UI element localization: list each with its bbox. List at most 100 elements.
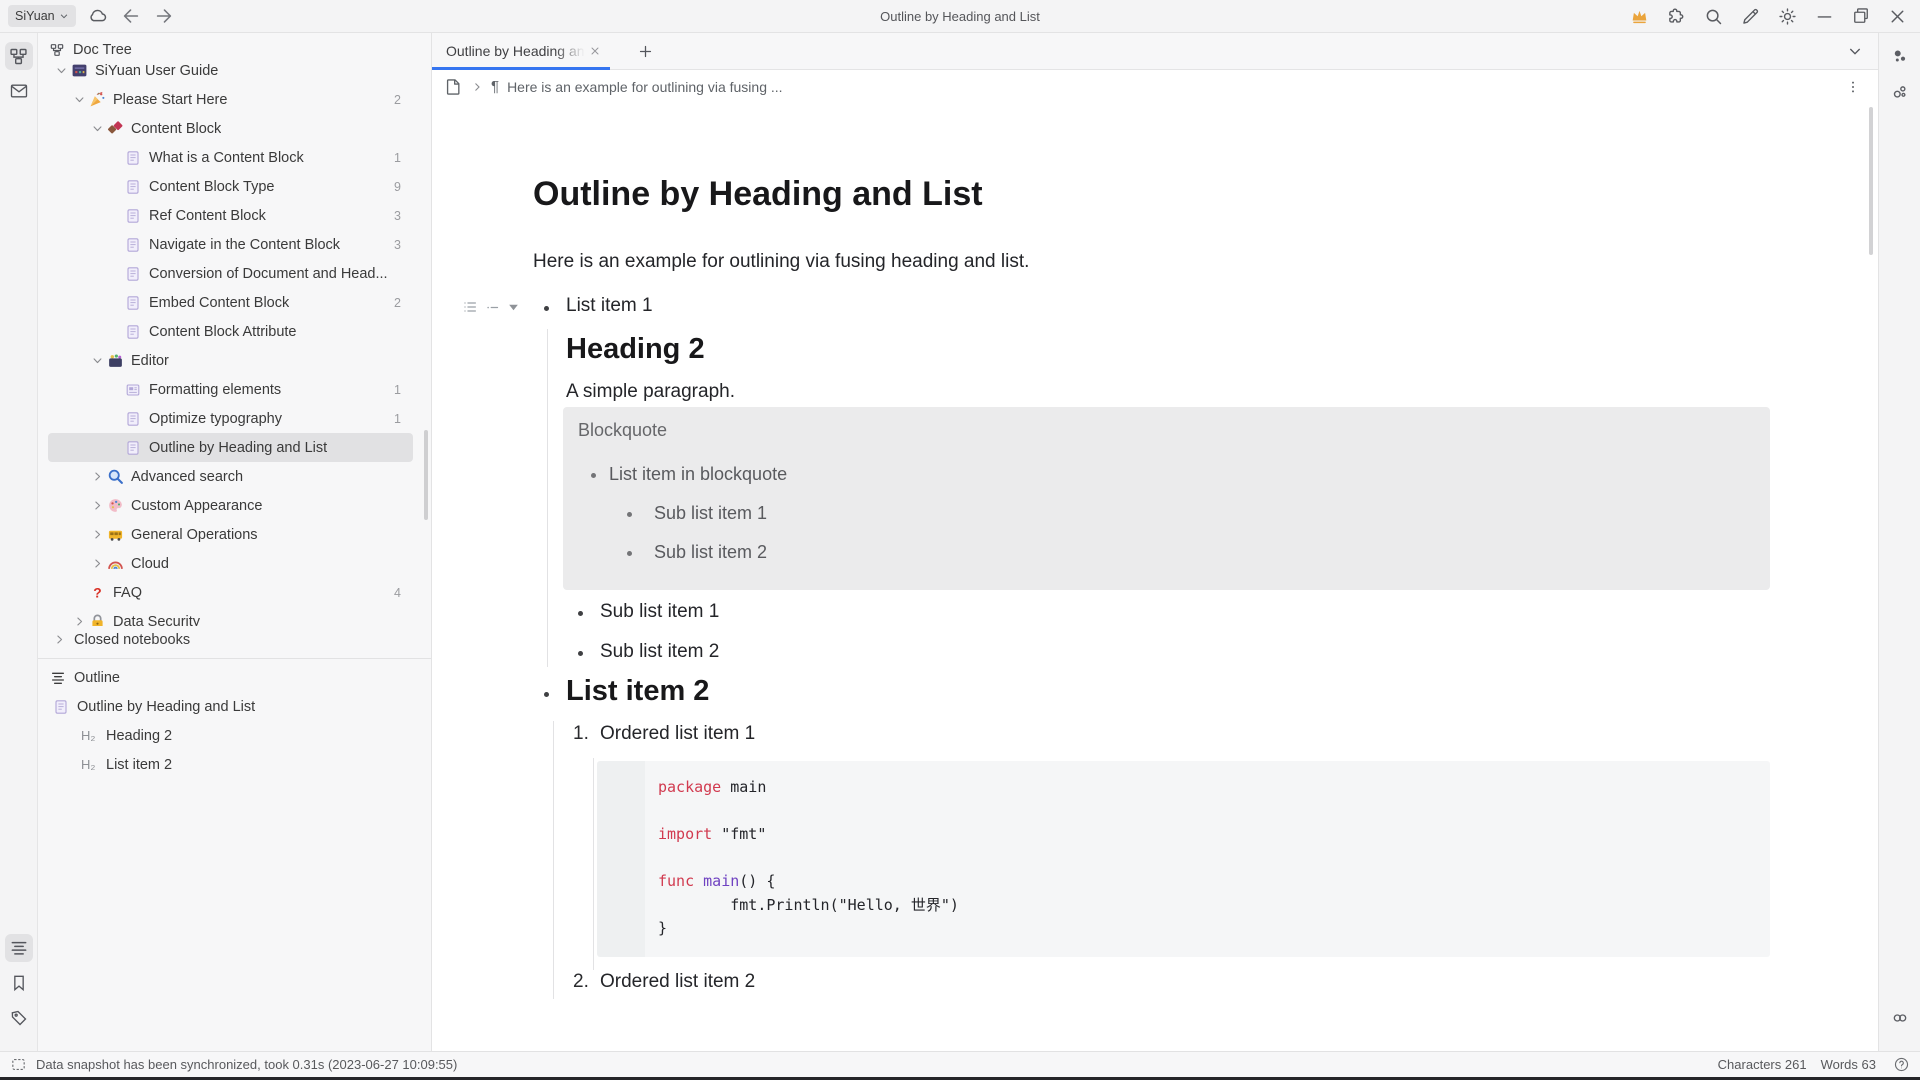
tab-list-chevron-icon[interactable] xyxy=(1847,43,1863,59)
blockquote-list-item[interactable]: List item in blockquote xyxy=(609,464,787,485)
minimize-icon[interactable] xyxy=(1814,6,1835,27)
gutter-list-item-icon[interactable] xyxy=(485,300,500,315)
forward-icon[interactable] xyxy=(153,5,175,27)
outline-item[interactable]: H₂Heading 2 xyxy=(38,721,431,750)
chevron-right-icon[interactable] xyxy=(88,500,107,511)
doc-count-badge: 1 xyxy=(386,412,401,426)
chevron-down-icon[interactable] xyxy=(88,123,107,134)
blockquote-sub-item-2[interactable]: Sub list item 2 xyxy=(654,542,767,563)
doc-icon xyxy=(125,440,149,456)
doc-tree-item-label: Formatting elements xyxy=(149,382,281,398)
blockquote-text[interactable]: Blockquote xyxy=(578,420,667,441)
tab-close-icon[interactable] xyxy=(589,45,601,57)
dock-tag-button[interactable] xyxy=(5,1004,33,1032)
sub-list-item-2[interactable]: Sub list item 2 xyxy=(600,641,719,663)
more-options-icon[interactable] xyxy=(1845,79,1861,95)
restore-window-icon[interactable] xyxy=(1851,6,1871,26)
ordered-list-item-2[interactable]: Ordered list item 2 xyxy=(600,971,755,993)
doc-tree-scrollbar[interactable] xyxy=(424,430,428,520)
chevron-down-icon[interactable] xyxy=(88,355,107,366)
doc-tree-item[interactable]: Content Block Type9 xyxy=(48,172,413,201)
membership-crown-icon[interactable] xyxy=(1629,6,1650,27)
doc-tree-item[interactable]: Custom Appearance xyxy=(48,491,413,520)
code-line: 5func main() { xyxy=(597,870,1770,894)
theme-brightness-icon[interactable] xyxy=(1777,6,1798,27)
search-blue-icon xyxy=(107,468,131,485)
gutter-collapse-triangle-icon[interactable] xyxy=(507,301,520,314)
new-tab-plus-icon[interactable] xyxy=(637,43,654,60)
list-bullet xyxy=(591,473,596,478)
chevron-right-icon[interactable] xyxy=(70,616,89,626)
doc-tree-item[interactable]: Please Start Here2 xyxy=(48,85,413,114)
dock-global-graph-button[interactable] xyxy=(1886,77,1914,105)
editor-area[interactable]: Outline by Heading and List Here is an e… xyxy=(432,103,1878,1051)
chevron-right-icon[interactable] xyxy=(88,471,107,482)
plugin-puzzle-icon[interactable] xyxy=(1666,6,1687,27)
doc-tree-item[interactable]: Embed Content Block2 xyxy=(48,288,413,317)
chevron-right-icon[interactable] xyxy=(88,529,107,540)
heading-level-2-icon: H₂ xyxy=(81,757,106,772)
doc-title[interactable]: Outline by Heading and List xyxy=(533,175,983,214)
svg-text:?: ? xyxy=(93,584,101,600)
doc-tree-item[interactable]: SiYuan User Guide xyxy=(48,63,413,85)
doc-tree-item[interactable]: ?FAQ4 xyxy=(48,578,413,607)
doc-tree-item[interactable]: Navigate in the Content Block3 xyxy=(48,230,413,259)
doc-tree-item[interactable]: Content Block xyxy=(48,114,413,143)
doc-tree-item-label: Cloud xyxy=(131,556,169,572)
blockquote-sub-item-1[interactable]: Sub list item 1 xyxy=(654,503,767,524)
notebook-icon xyxy=(71,63,95,79)
search-icon[interactable] xyxy=(1703,6,1724,27)
doc-tree-item[interactable]: Cloud xyxy=(48,549,413,578)
intro-paragraph[interactable]: Here is an example for outlining via fus… xyxy=(533,251,1029,273)
code-line-content xyxy=(645,847,658,871)
doc-tree-item[interactable]: Advanced search xyxy=(48,462,413,491)
chevron-right-icon[interactable] xyxy=(88,558,107,569)
dock-doc-tree-button[interactable] xyxy=(5,42,33,70)
dock-bookmark-button[interactable] xyxy=(5,969,33,997)
doc-tree-item[interactable]: Content Block Attribute xyxy=(48,317,413,346)
doc-tree-item[interactable]: Formatting elements1 xyxy=(48,375,413,404)
doc-tree-item[interactable]: Optimize typography1 xyxy=(48,404,413,433)
character-count: Characters 261 xyxy=(1718,1057,1807,1072)
list-item-1[interactable]: List item 1 xyxy=(566,295,653,317)
doc-tree-item[interactable]: What is a Content Block1 xyxy=(48,143,413,172)
list-item-2-heading[interactable]: List item 2 xyxy=(566,675,709,708)
doc-tree-item[interactable]: Conversion of Document and Head... xyxy=(48,259,413,288)
gutter-list-icon[interactable] xyxy=(462,299,478,315)
dock-inbox-button[interactable] xyxy=(5,77,33,105)
close-icon[interactable] xyxy=(1887,6,1908,27)
simple-paragraph[interactable]: A simple paragraph. xyxy=(566,381,735,403)
dock-backlinks-button[interactable] xyxy=(1886,1004,1914,1032)
dock-graph-button[interactable] xyxy=(1886,42,1914,70)
sub-list-item-1[interactable]: Sub list item 1 xyxy=(600,601,719,623)
tab-outline-by-heading[interactable]: Outline by Heading and List xyxy=(432,33,610,69)
doc-tree-item[interactable]: Ref Content Block3 xyxy=(48,201,413,230)
heading-2[interactable]: Heading 2 xyxy=(566,333,705,366)
doc-tree-item-label: What is a Content Block xyxy=(149,150,304,166)
app-menu-button[interactable]: SiYuan xyxy=(8,5,76,27)
edit-mode-pencil-icon[interactable] xyxy=(1740,6,1761,27)
doc-tree-item[interactable]: Outline by Heading and List xyxy=(48,433,413,462)
dock-outline-button[interactable] xyxy=(5,934,33,962)
code-block[interactable]: 1package main23import "fmt"45func main()… xyxy=(597,761,1770,957)
help-icon[interactable] xyxy=(1893,1056,1910,1073)
doc-tree-item[interactable]: General Operations xyxy=(48,520,413,549)
chevron-down-icon[interactable] xyxy=(70,94,89,105)
bookmark-icon xyxy=(9,973,29,993)
party-icon xyxy=(89,91,113,108)
cloud-sync-icon[interactable] xyxy=(87,5,109,27)
breadcrumb-item[interactable]: Here is an example for outlining via fus… xyxy=(507,79,782,95)
back-icon[interactable] xyxy=(120,5,142,27)
app-menu-label: SiYuan xyxy=(15,9,55,23)
blockquote[interactable]: Blockquote List item in blockquote Sub l… xyxy=(563,407,1770,590)
editor-scrollbar[interactable] xyxy=(1869,107,1873,255)
doc-tree-item[interactable]: Editor xyxy=(48,346,413,375)
doc-tree-item[interactable]: Data Security xyxy=(48,607,413,626)
closed-notebooks-row[interactable]: Closed notebooks xyxy=(38,626,431,653)
document-file-icon[interactable] xyxy=(443,77,463,97)
outline-item[interactable]: H₂List item 2 xyxy=(38,750,431,779)
doc-count-badge: 2 xyxy=(386,93,401,107)
chevron-down-icon[interactable] xyxy=(52,65,71,76)
ordered-list-item-1[interactable]: Ordered list item 1 xyxy=(600,723,755,745)
outline-item[interactable]: Outline by Heading and List xyxy=(38,692,431,721)
